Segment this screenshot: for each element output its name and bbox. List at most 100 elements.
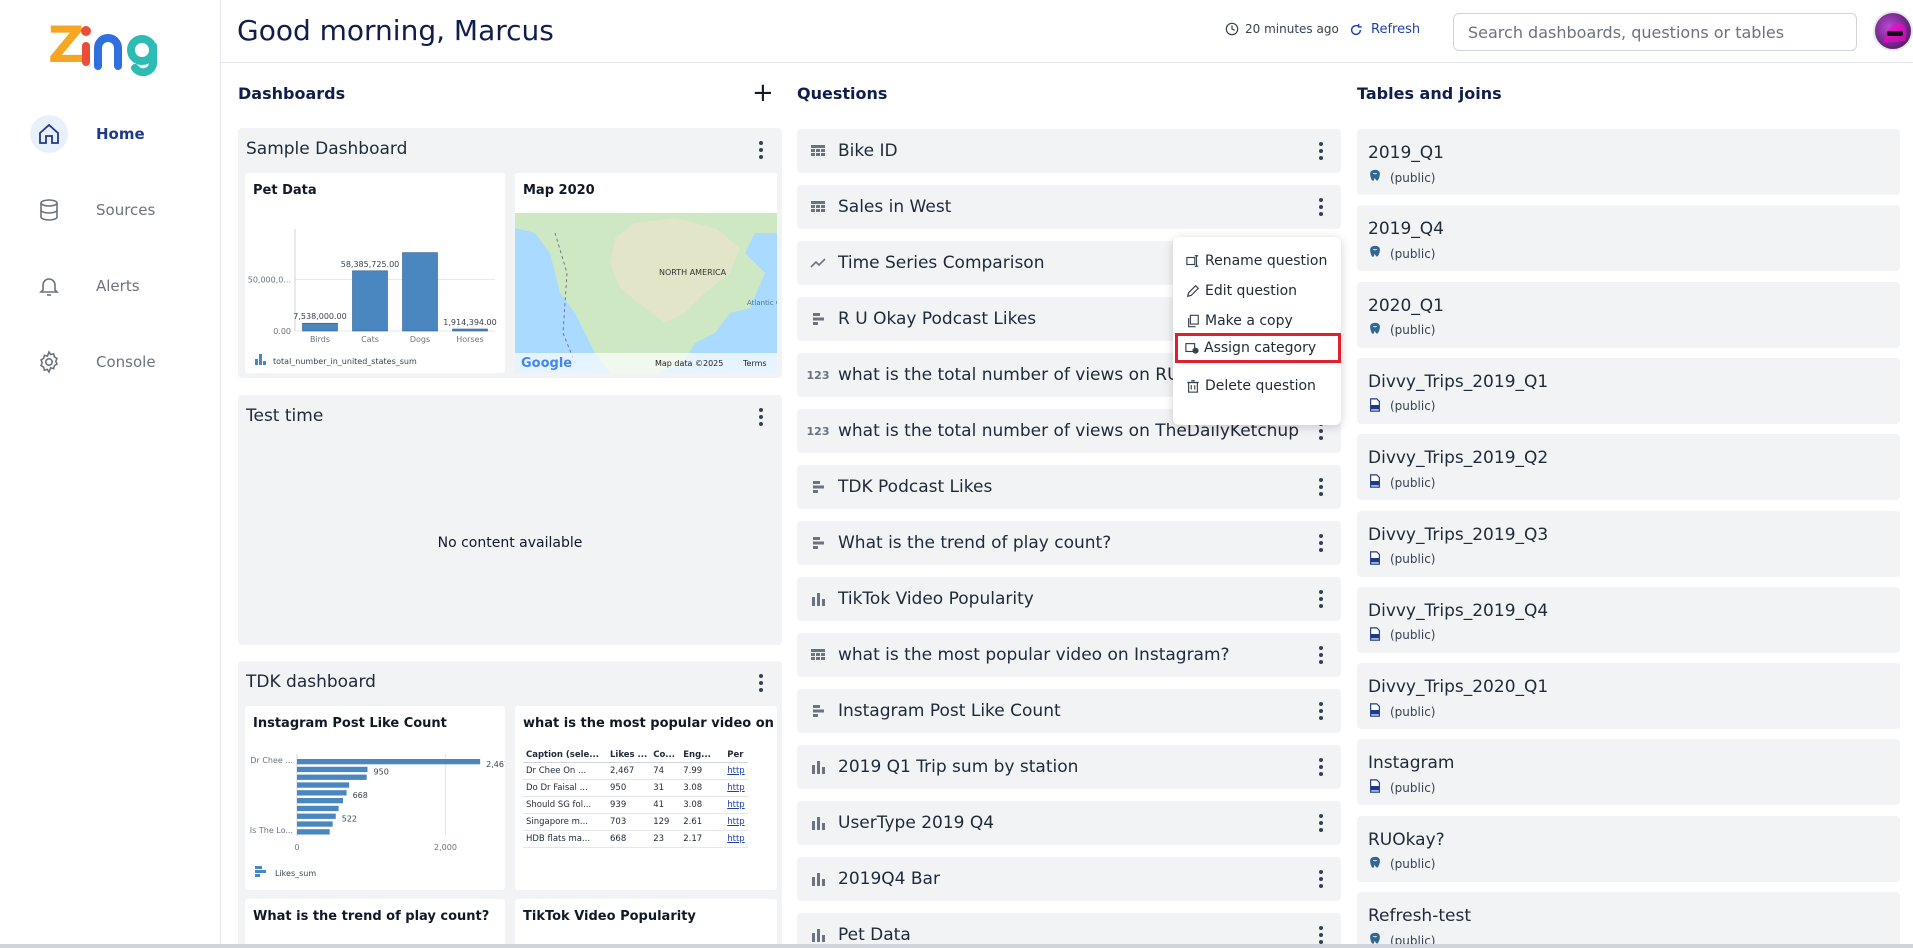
sidebar-item-sources[interactable]: Sources [22,189,202,231]
dashboard-menu-button[interactable] [751,671,771,695]
bar [352,270,388,332]
postgres-icon [1368,245,1382,262]
question-menu-button[interactable] [1311,195,1331,219]
google-logo: Google [521,356,572,371]
question-label: Sales in West [838,197,952,217]
table-schema: (public) [1368,550,1435,568]
gear-icon [30,343,68,381]
sidebar-item-console[interactable]: Console [22,341,202,383]
question-menu-button[interactable] [1311,867,1331,891]
table-item[interactable]: Divvy_Trips_2019_Q4 (public) [1357,586,1900,653]
table-header-cell[interactable]: Per [724,748,748,763]
schema-label: (public) [1390,170,1436,185]
y-tick-label: 0.00 [273,327,291,336]
dashboard-menu-button[interactable] [751,138,771,162]
question-item[interactable]: Sales in West [797,185,1341,229]
question-item[interactable]: TDK Podcast Likes [797,465,1341,509]
question-menu-button[interactable] [1311,811,1331,835]
table-header-cell[interactable]: Eng... [680,748,725,763]
question-menu-button[interactable] [1311,643,1331,667]
table-cell[interactable]: http [724,762,748,780]
legend-label: Likes_sum [275,869,316,878]
question-menu-button[interactable] [1311,139,1331,163]
search-input[interactable] [1453,13,1857,51]
bar-chart-icon [808,589,828,609]
menu-item-copy[interactable]: Make a copy [1179,306,1335,336]
table-header-cell[interactable]: Likes ... [607,748,651,763]
add-dashboard-button[interactable]: + [752,80,774,106]
table-header-cell[interactable]: Co... [650,748,681,763]
refresh-button[interactable]: Refresh [1349,22,1420,37]
table-cell[interactable]: http [724,779,748,797]
menu-item-assign-category[interactable]: Assign category [1175,333,1341,363]
menu-item-label: Make a copy [1205,313,1293,329]
dashboard-tile-instagram-likes[interactable]: Instagram Post Like Count 2,467950668522… [245,706,505,890]
data-label: 1,914,394.00 [443,318,496,327]
table-item[interactable]: 2019_Q1 (public) [1357,129,1900,195]
menu-item-label: Delete question [1205,378,1316,394]
instagram-likes-bar-chart: 2,467 950 668 522 Dr Chee ... Is The Lo...0 2,… [250,754,505,878]
question-menu-button[interactable] [1311,699,1331,723]
table-cell[interactable]: http [724,796,748,814]
table-item[interactable]: RUOkay? (public) [1357,815,1900,882]
menu-item-delete[interactable]: Delete question [1179,371,1335,401]
dashboard-menu-button[interactable] [751,405,771,429]
section-title-tables: Tables and joins [1357,84,1502,103]
question-menu-button[interactable] [1311,531,1331,555]
tile-title: TikTok Video Popularity [523,909,696,924]
question-label: 2019 Q1 Trip sum by station [838,757,1079,777]
map-terms-link[interactable]: Terms [742,359,767,368]
sidebar-item-home[interactable]: Home [22,113,202,155]
dashboard-card-test-time[interactable]: Test time No content available [238,395,782,645]
question-item[interactable]: Bike ID [797,129,1341,173]
table-schema: (public) [1368,703,1435,720]
number-icon: 123 [806,424,830,438]
table-header-cell[interactable]: Caption (sele... [523,748,607,763]
data-label: 7,538,000.00 [293,312,346,321]
table-item[interactable]: Divvy_Trips_2019_Q2 (public) [1357,434,1900,501]
table-item[interactable]: Divvy_Trips_2019_Q1 (public) [1357,357,1900,424]
x-tick-label: 0 [294,843,299,852]
dashboard-card-sample[interactable]: Sample Dashboard Pet Data 0.00 50,000,0..… [238,128,782,378]
table-cell: 2,467 [607,762,651,780]
dashboard-tile-tiktok[interactable]: TikTok Video Popularity [515,899,777,948]
menu-item-edit[interactable]: Edit question [1179,276,1335,306]
question-menu-button[interactable] [1311,587,1331,611]
schema-label: (public) [1390,246,1436,261]
tile-title: Map 2020 [523,183,595,198]
table-item[interactable]: Refresh-test (public) [1357,892,1900,948]
dashboard-card-tdk[interactable]: TDK dashboard Instagram Post Like Count … [238,661,782,948]
horizontal-scrollbar[interactable] [0,944,1913,948]
dashboard-tile-popular-video[interactable]: what is the most popular video on I... C… [515,706,777,890]
x-tick-label: Birds [310,335,330,344]
question-item[interactable]: Pet Data [797,913,1341,948]
table-item[interactable]: 2020_Q1 (public) [1357,281,1900,348]
question-item[interactable]: TikTok Video Popularity [797,577,1341,621]
category-icon [1184,340,1200,356]
map-attribution[interactable]: Map data ©2025 [655,359,723,368]
dashboard-tile-pet-data[interactable]: Pet Data 0.00 50,000,0... Birds 7,538,000.0… [245,173,505,373]
question-item[interactable]: What is the trend of play count? [797,521,1341,565]
question-menu-button[interactable] [1311,755,1331,779]
table-item[interactable]: 2019_Q4 (public) [1357,205,1900,272]
avatar[interactable] [1873,11,1913,51]
question-label: Instagram Post Like Count [838,701,1061,721]
question-item[interactable]: Instagram Post Like Count [797,689,1341,733]
dashboard-title: Test time [246,406,324,426]
table-item[interactable]: Instagram (public) [1357,739,1900,806]
question-item[interactable]: 2019 Q1 Trip sum by station [797,745,1341,789]
table-item[interactable]: Divvy_Trips_2019_Q3 (public) [1357,510,1900,577]
dashboard-tile-map[interactable]: Map 2020 NORTH AMERICA Atlantic Ocean Go… [515,173,777,373]
question-menu-button[interactable] [1311,475,1331,499]
svg-text:Z: Z [48,18,84,74]
question-item[interactable]: UserType 2019 Q4 [797,801,1341,845]
table-item[interactable]: Divvy_Trips_2020_Q1 (public) [1357,663,1900,730]
question-item[interactable]: 2019Q4 Bar [797,857,1341,901]
sidebar-item-alerts[interactable]: Alerts [22,265,202,307]
table-cell[interactable]: http [724,813,748,831]
question-item[interactable]: what is the most popular video on Instag… [797,633,1341,677]
table-cell[interactable]: http [724,830,748,848]
zing-logo[interactable]: Z [48,18,170,76]
menu-item-rename[interactable]: Rename question [1179,246,1335,276]
dashboard-tile-play-count[interactable]: What is the trend of play count? [245,899,505,948]
